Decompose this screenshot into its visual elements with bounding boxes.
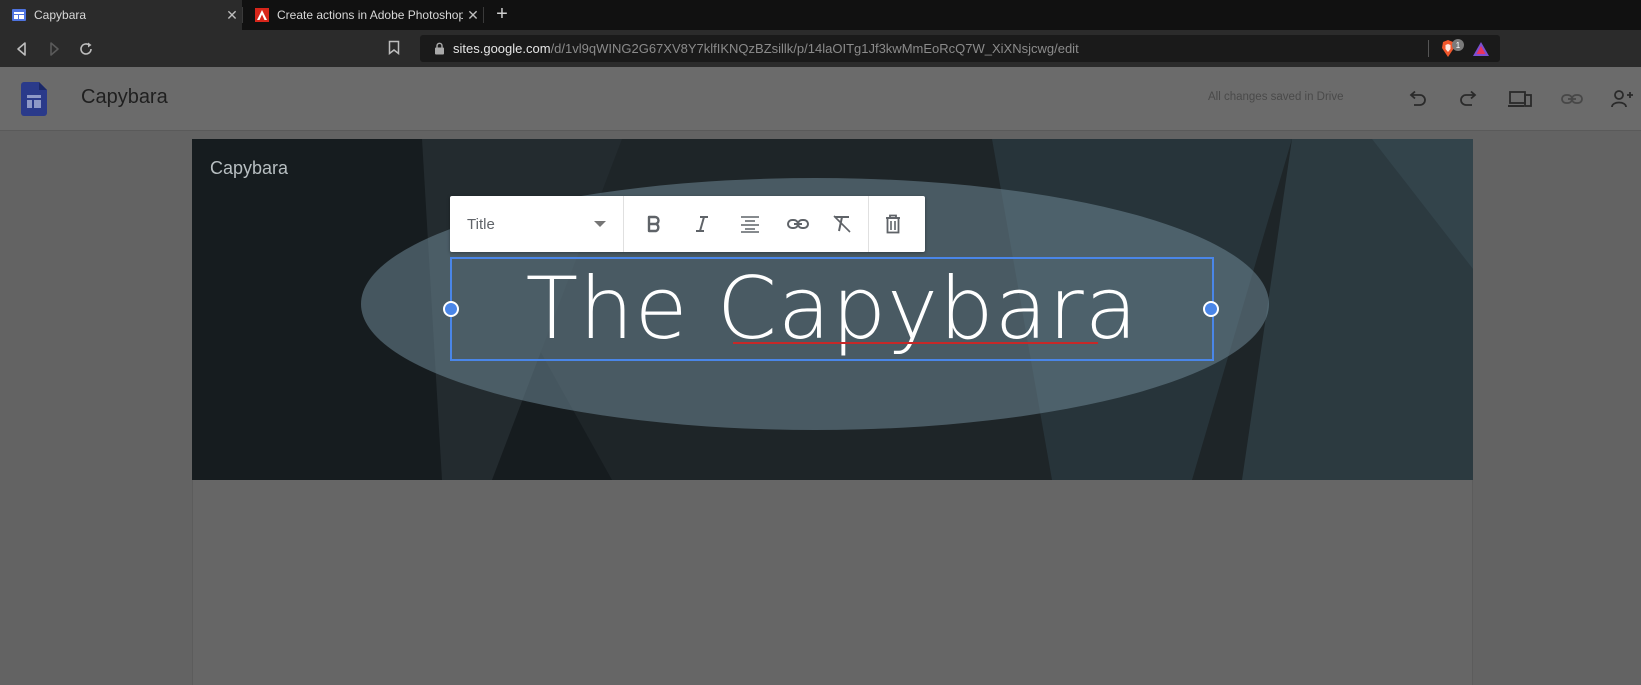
address-bar[interactable]: sites.google.com/d/1vl9qWING2G67XV8Y7klf… [420,35,1500,62]
text-style-dropdown[interactable]: Title [450,196,624,252]
tab-title: Create actions in Adobe Photoshop [277,8,463,22]
insert-link-icon [787,219,809,229]
share-icon[interactable] [1609,86,1635,112]
resize-handle-right[interactable] [1203,301,1219,317]
tab-close-icon[interactable]: ✕ [463,7,483,24]
italic-button[interactable] [678,204,726,244]
undo-icon[interactable] [1404,86,1430,112]
page-title-text[interactable]: The Capybara [452,259,1212,359]
preview-icon[interactable] [1507,86,1533,112]
google-sites-favicon-icon [12,9,26,21]
lock-icon [435,42,444,55]
tab-title: Capybara [34,8,87,22]
extension-badge: 1 [1456,41,1461,50]
address-bar-divider [1428,40,1429,57]
align-center-button[interactable] [726,204,774,244]
tab-close-icon[interactable]: ✕ [222,7,242,24]
site-title[interactable]: Capybara [81,86,168,109]
format-button-group [624,196,869,252]
dropdown-arrow-icon [594,221,606,227]
app-header: Capybara All changes saved in Drive [0,67,1641,131]
brave-shields-icon[interactable]: 1 [1440,39,1466,59]
delete-button[interactable] [869,196,917,252]
redo-icon[interactable] [1456,86,1482,112]
tab-adobe-photoshop[interactable]: Create actions in Adobe Photoshop ✕ [243,0,483,30]
url-text: sites.google.com/d/1vl9qWING2G67XV8Y7klf… [453,41,1079,56]
text-format-toolbar: Title [450,196,925,252]
adobe-favicon-icon [255,8,269,22]
url-path: /d/1vl9qWING2G67XV8Y7klfIKNQzBZsillk/p/1… [550,41,1079,56]
link-icon[interactable] [1559,86,1585,112]
resize-handle-left[interactable] [443,301,459,317]
bold-icon [647,215,660,233]
browser-tab-strip: Capybara ✕ Create actions in Adobe Photo… [0,0,1641,30]
bold-button[interactable] [630,204,678,244]
new-tab-button[interactable]: + [491,3,513,25]
bookmark-icon[interactable] [388,40,400,55]
title-text-box[interactable]: The Capybara [450,257,1214,361]
tab-divider [483,7,484,23]
url-host: sites.google.com [453,41,551,56]
tab-capybara[interactable]: Capybara ✕ [0,0,242,30]
clear-formatting-icon [833,215,851,233]
reload-icon[interactable] [76,39,96,59]
insert-link-button[interactable] [774,204,822,244]
delete-icon [886,214,900,234]
italic-icon [696,216,708,232]
clear-formatting-button[interactable] [822,204,862,244]
align-center-icon [741,216,759,233]
forward-icon[interactable] [44,39,64,59]
save-status: All changes saved in Drive [1208,91,1344,103]
text-style-value: Title [467,216,495,233]
browser-toolbar: sites.google.com/d/1vl9qWING2G67XV8Y7klf… [0,30,1641,67]
google-sites-logo-icon[interactable] [21,82,47,116]
spellcheck-underline [733,342,1098,344]
banner-site-name[interactable]: Capybara [210,158,288,179]
brave-rewards-icon[interactable] [1472,41,1490,57]
back-icon[interactable] [12,39,32,59]
